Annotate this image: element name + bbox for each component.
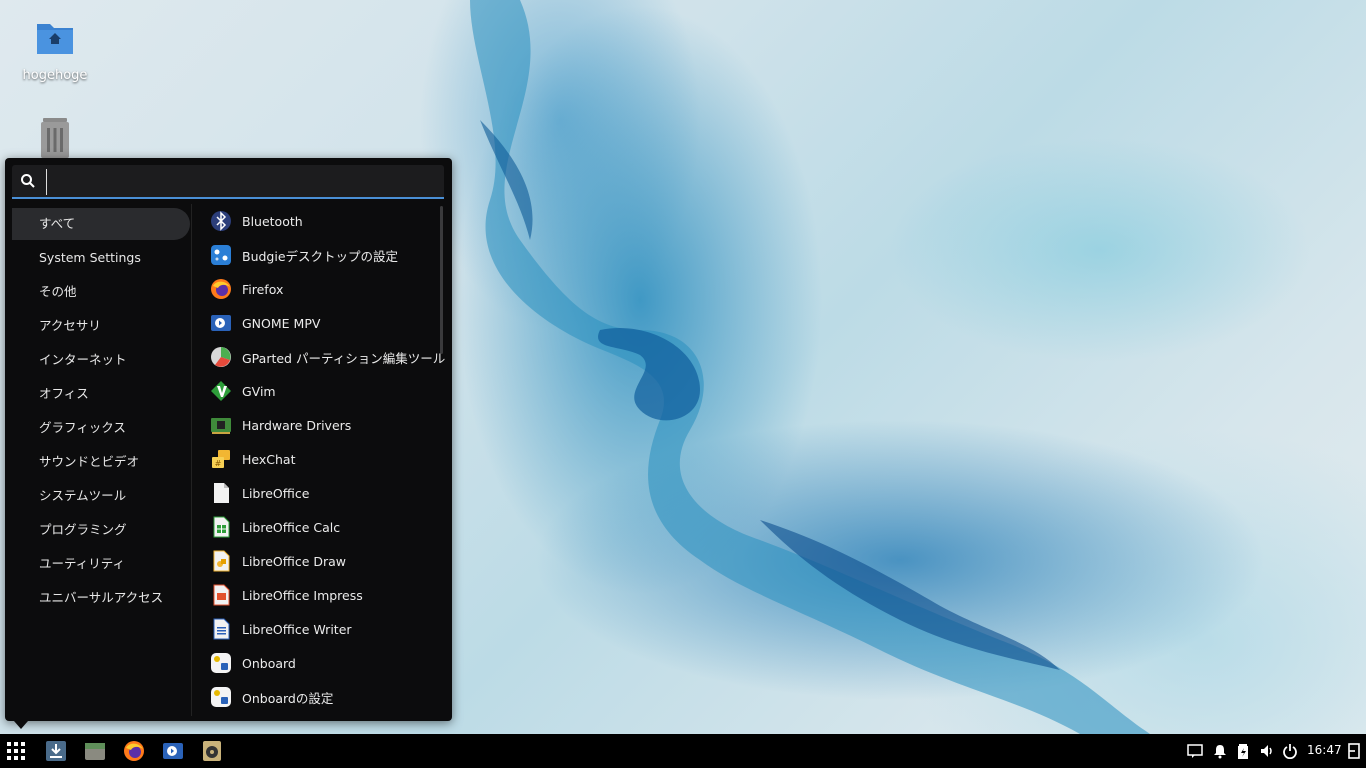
libreoffice-writer-icon bbox=[213, 618, 230, 640]
category-graphics[interactable]: グラフィックス bbox=[12, 412, 190, 444]
desktop-icon-home[interactable]: hogehoge bbox=[7, 16, 103, 83]
rhythmbox-icon[interactable] bbox=[201, 740, 223, 762]
gvim-icon bbox=[211, 381, 231, 401]
app-item-libreoffice-draw[interactable]: LibreOffice Draw bbox=[202, 544, 438, 578]
app-item-onboard[interactable]: Onboard bbox=[202, 646, 438, 680]
downloads-icon[interactable] bbox=[45, 740, 67, 762]
home-folder-icon bbox=[37, 24, 73, 54]
notifications-area-icon[interactable] bbox=[1187, 743, 1203, 759]
app-item-gparted[interactable]: GParted パーティション編集ツール bbox=[202, 340, 445, 374]
app-label: GNOME MPV bbox=[242, 315, 321, 331]
app-label: LibreOffice Writer bbox=[242, 621, 352, 637]
app-label: LibreOffice Calc bbox=[242, 519, 341, 535]
app-item-bluetooth[interactable]: Bluetooth bbox=[202, 204, 438, 238]
category-utilities[interactable]: ユーティリティ bbox=[12, 548, 190, 580]
category-programming[interactable]: プログラミング bbox=[12, 514, 190, 546]
bluetooth-icon bbox=[211, 211, 231, 231]
category-accessories[interactable]: アクセサリ bbox=[12, 310, 190, 342]
app-item-gvim[interactable]: GVim bbox=[202, 374, 438, 408]
bell-icon[interactable] bbox=[1212, 743, 1228, 759]
desktop-icon-trash[interactable] bbox=[7, 116, 103, 164]
svg-text:#: # bbox=[215, 459, 222, 468]
trash-icon bbox=[41, 118, 69, 158]
clock[interactable]: 16:47 bbox=[1307, 743, 1342, 757]
app-item-libreoffice[interactable]: LibreOffice bbox=[202, 476, 438, 510]
gnome-mpv-icon[interactable] bbox=[162, 740, 184, 762]
application-menu: すべて System Settings その他 アクセサリ インターネット オフ… bbox=[5, 158, 452, 721]
app-label: Firefox bbox=[242, 281, 284, 297]
gnome-mpv-icon bbox=[211, 315, 231, 331]
category-system-settings[interactable]: System Settings bbox=[12, 242, 190, 274]
menu-divider bbox=[191, 204, 192, 716]
app-label: GVim bbox=[242, 383, 276, 399]
raven-toggle-icon[interactable] bbox=[1347, 743, 1361, 759]
app-item-libreoffice-impress[interactable]: LibreOffice Impress bbox=[202, 578, 438, 612]
category-other[interactable]: その他 bbox=[12, 276, 190, 308]
app-item-onboard-settings[interactable]: Onboardの設定 bbox=[202, 680, 438, 714]
app-list-scrollbar[interactable] bbox=[440, 206, 443, 354]
taskbar: 16:47 bbox=[0, 734, 1366, 768]
libreoffice-impress-icon bbox=[213, 584, 230, 606]
power-icon[interactable] bbox=[1282, 743, 1298, 759]
category-internet[interactable]: インターネット bbox=[12, 344, 190, 376]
libreoffice-draw-icon bbox=[213, 550, 230, 572]
app-item-gnome-mpv[interactable]: GNOME MPV bbox=[202, 306, 438, 340]
search-bar bbox=[12, 165, 444, 199]
app-item-budgie-settings[interactable]: Budgieデスクトップの設定 bbox=[202, 238, 438, 272]
onboard-icon bbox=[211, 653, 231, 673]
app-label: Onboardの設定 bbox=[242, 690, 334, 706]
category-list: すべて System Settings その他 アクセサリ インターネット オフ… bbox=[12, 208, 190, 616]
desktop-icon-label: hogehoge bbox=[22, 68, 88, 83]
app-label: HexChat bbox=[242, 451, 296, 467]
gparted-icon bbox=[211, 347, 231, 367]
category-system-tools[interactable]: システムツール bbox=[12, 480, 190, 512]
hardware-drivers-icon bbox=[211, 418, 231, 434]
category-all[interactable]: すべて bbox=[12, 208, 190, 240]
app-label: Bluetooth bbox=[242, 213, 303, 229]
onboard-settings-icon bbox=[211, 687, 231, 707]
category-office[interactable]: オフィス bbox=[12, 378, 190, 410]
app-item-hexchat[interactable]: # HexChat bbox=[202, 442, 438, 476]
firefox-icon[interactable] bbox=[123, 740, 145, 762]
app-item-firefox[interactable]: Firefox bbox=[202, 272, 438, 306]
libreoffice-calc-icon bbox=[213, 516, 230, 538]
budgie-settings-icon bbox=[211, 245, 231, 265]
app-label: Onboard bbox=[242, 655, 296, 671]
search-icon bbox=[21, 174, 35, 188]
menu-pointer bbox=[14, 721, 28, 729]
app-list: Bluetooth Budgieデスクトップの設定 Firefox GNOME … bbox=[202, 204, 445, 714]
app-menu-icon[interactable] bbox=[5, 740, 27, 762]
search-input[interactable] bbox=[46, 169, 431, 195]
app-label: GParted パーティション編集ツール bbox=[242, 350, 446, 366]
app-item-libreoffice-writer[interactable]: LibreOffice Writer bbox=[202, 612, 438, 646]
hexchat-icon: # bbox=[212, 450, 230, 468]
app-label: LibreOffice Impress bbox=[242, 587, 363, 603]
category-universal-access[interactable]: ユニバーサルアクセス bbox=[12, 582, 190, 614]
app-label: Hardware Drivers bbox=[242, 417, 352, 433]
app-label: Budgieデスクトップの設定 bbox=[242, 248, 399, 264]
app-item-libreoffice-calc[interactable]: LibreOffice Calc bbox=[202, 510, 438, 544]
category-sound-video[interactable]: サウンドとビデオ bbox=[12, 446, 190, 478]
firefox-icon bbox=[211, 279, 231, 299]
battery-icon[interactable] bbox=[1236, 743, 1250, 759]
files-icon[interactable] bbox=[84, 740, 106, 762]
volume-icon[interactable] bbox=[1259, 743, 1275, 759]
app-label: LibreOffice Draw bbox=[242, 553, 347, 569]
app-item-hardware-drivers[interactable]: Hardware Drivers bbox=[202, 408, 438, 442]
libreoffice-icon bbox=[214, 483, 229, 503]
app-label: LibreOffice bbox=[242, 485, 310, 501]
